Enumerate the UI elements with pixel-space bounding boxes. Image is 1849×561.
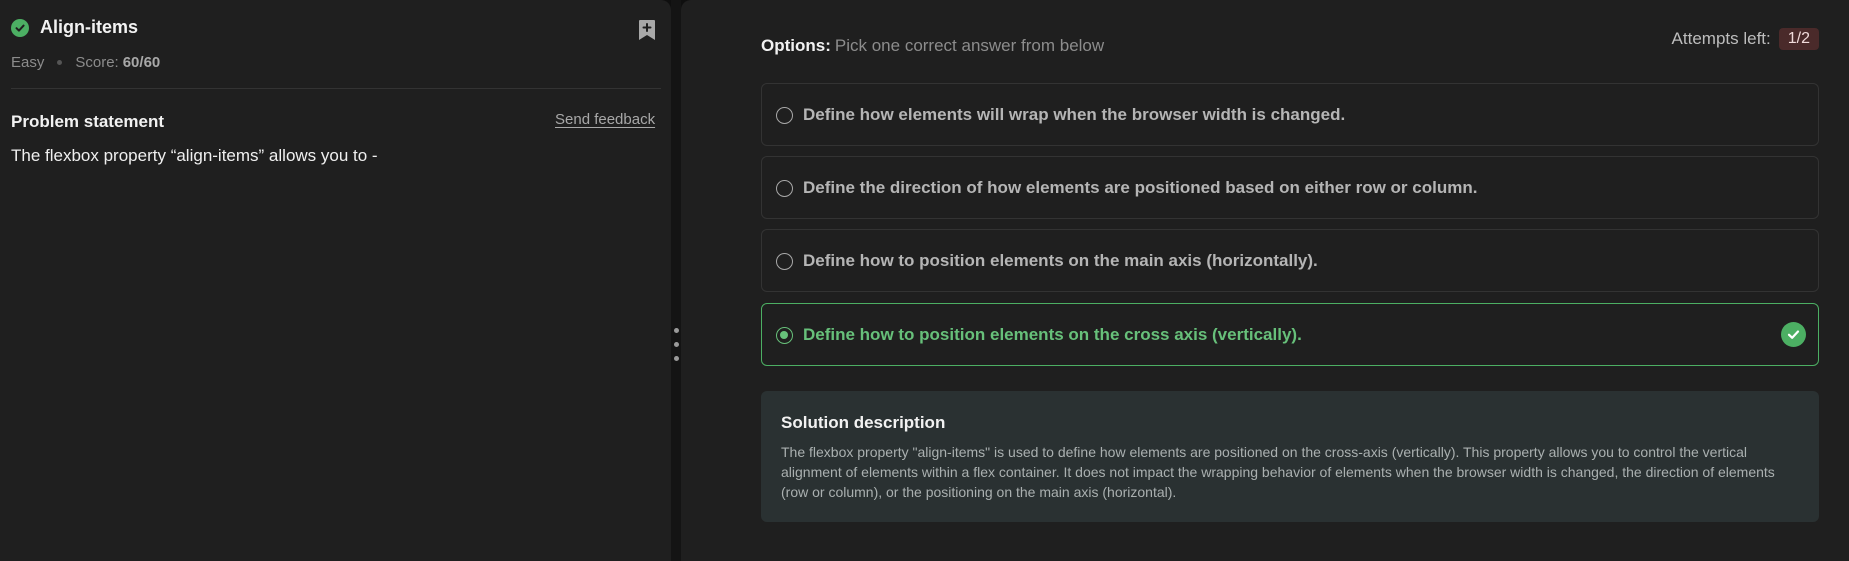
radio-button[interactable] xyxy=(776,180,793,197)
bookmark-button[interactable] xyxy=(638,19,656,41)
options-hint: Pick one correct answer from below xyxy=(834,36,1105,55)
divider xyxy=(11,88,661,89)
drag-handle-icon xyxy=(674,342,679,347)
drag-handle-icon xyxy=(674,356,679,361)
check-circle-icon xyxy=(11,18,29,37)
attempts-label: Attempts left: xyxy=(1671,29,1771,48)
answer-option[interactable]: Define how to position elements on the m… xyxy=(761,229,1819,292)
answer-option[interactable]: Define the direction of how elements are… xyxy=(761,156,1819,219)
answer-option-selected[interactable]: Define how to position elements on the c… xyxy=(761,303,1819,366)
solution-description: Solution description The flexbox propert… xyxy=(761,391,1819,522)
problem-title-row: Align-items xyxy=(11,17,138,38)
answer-option[interactable]: Define how elements will wrap when the b… xyxy=(761,83,1819,146)
option-text: Define how to position elements on the m… xyxy=(803,250,1318,270)
radio-button[interactable] xyxy=(776,253,793,270)
radio-button[interactable] xyxy=(776,107,793,124)
app-root: Align-items Easy Score: 60/60 Problem st… xyxy=(0,0,1849,561)
attempts-badge: 1/2 xyxy=(1778,28,1819,50)
panel-resize-handle[interactable] xyxy=(671,0,681,561)
score-label: Score: xyxy=(75,54,119,71)
option-text: Define how to position elements on the c… xyxy=(803,324,1302,344)
bookmark-plus-icon xyxy=(639,20,655,40)
score-value: 60/60 xyxy=(122,54,161,71)
drag-handle-icon xyxy=(674,328,679,333)
solution-title: Solution description xyxy=(781,413,946,432)
radio-button-selected[interactable] xyxy=(776,327,793,344)
send-feedback-link[interactable]: Send feedback xyxy=(555,111,655,128)
option-text: Define how elements will wrap when the b… xyxy=(803,104,1346,124)
problem-panel: Align-items Easy Score: 60/60 Problem st… xyxy=(0,0,671,561)
options-header: Options: Pick one correct answer from bel… xyxy=(761,36,1104,56)
problem-meta: Easy Score: 60/60 xyxy=(11,54,160,71)
problem-statement-text: The flexbox property “align-items” allow… xyxy=(11,146,378,165)
problem-title: Align-items xyxy=(40,17,139,37)
check-circle-icon xyxy=(1781,322,1806,347)
answer-panel: Options: Pick one correct answer from bel… xyxy=(681,0,1849,561)
attempts-indicator: Attempts left: 1/2 xyxy=(1672,28,1819,50)
separator-dot xyxy=(57,60,63,65)
difficulty-label: Easy xyxy=(11,54,45,71)
option-text: Define the direction of how elements are… xyxy=(803,177,1478,197)
options-label: Options: xyxy=(761,36,831,55)
problem-statement-heading: Problem statement xyxy=(11,112,165,131)
solution-text: The flexbox property "align-items" is us… xyxy=(781,444,1775,500)
